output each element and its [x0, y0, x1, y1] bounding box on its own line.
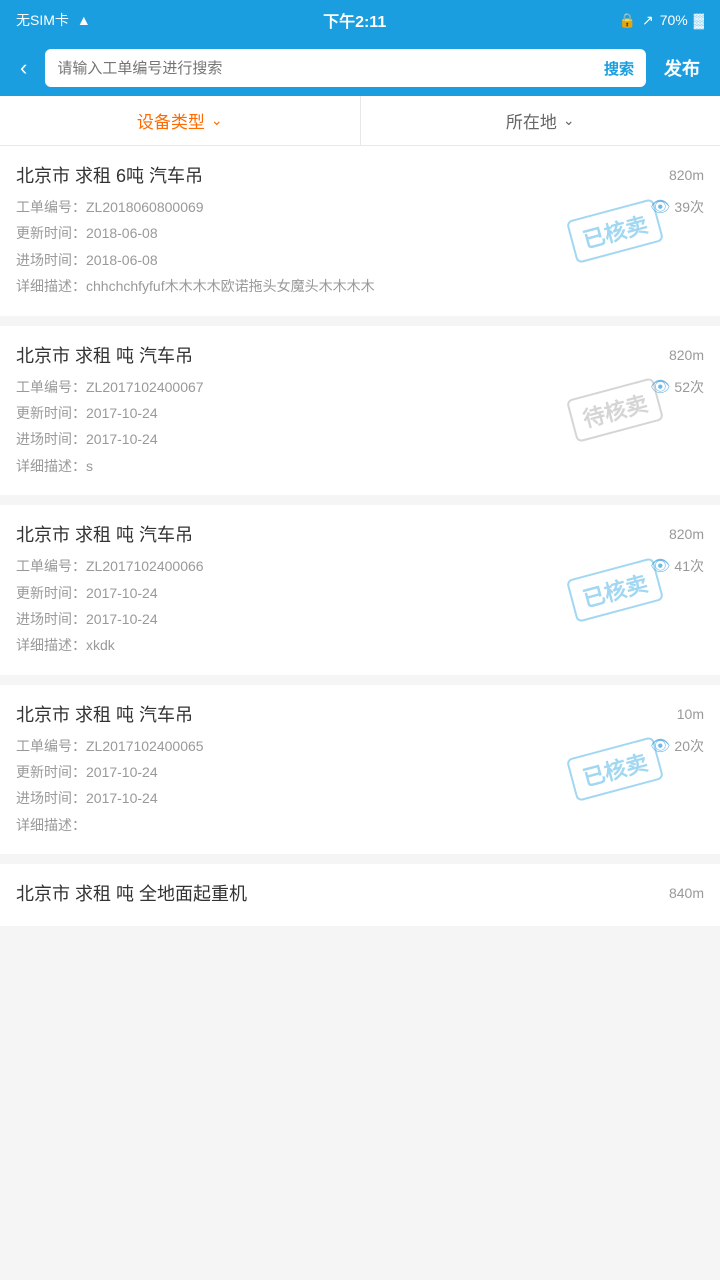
filter-location-chevron: ⌄ [563, 112, 575, 129]
lock-icon: 🔒 [619, 12, 636, 29]
item-title: 北京市 求租 吨 汽车吊 [16, 342, 193, 368]
item-order-no: 工单编号：ZL2017102400067 [16, 376, 204, 398]
filter-location-label: 所在地 [506, 108, 557, 133]
status-time: 下午2:11 [323, 8, 386, 32]
item-distance: 820m [669, 526, 704, 542]
list-item[interactable]: 北京市 求租 吨 汽车吊 820m 工单编号：ZL2017102400067 👁… [0, 326, 720, 496]
item-order-no: 工单编号：ZL2017102400066 [16, 555, 204, 577]
list-item[interactable]: 北京市 求租 6吨 汽车吊 820m 工单编号：ZL2018060800069 … [0, 146, 720, 316]
item-description: 详细描述：chhchchfyfuf木木木木欧诺拖头女魔头木木木木 [16, 275, 375, 297]
status-left: 无SIM卡 ▲ [16, 10, 91, 30]
battery-icon: ▓ [694, 12, 704, 28]
item-entry-time: 进场时间：2018-06-08 [16, 249, 158, 271]
location-icon: ↗ [642, 12, 654, 29]
item-views: 👁 52次 [650, 377, 704, 397]
status-right: 🔒 ↗ 70% ▓ [619, 12, 704, 29]
back-button[interactable]: ‹ [12, 51, 35, 85]
filter-type[interactable]: 设备类型 ⌄ [0, 96, 361, 145]
eye-icon: 👁 [650, 377, 670, 397]
item-title: 北京市 求租 吨 汽车吊 [16, 701, 193, 727]
item-title: 北京市 求租 6吨 汽车吊 [16, 162, 203, 188]
eye-icon: 👁 [650, 556, 670, 576]
item-order-no: 工单编号：ZL2018060800069 [16, 196, 204, 218]
eye-icon: 👁 [650, 197, 670, 217]
item-update-time: 更新时间：2017-10-24 [16, 402, 158, 424]
item-order-no: 工单编号：ZL2017102400065 [16, 735, 204, 757]
battery-text: 70% [660, 12, 688, 28]
partial-item-title: 北京市 求租 吨 全地面起重机 [16, 880, 247, 906]
item-views: 👁 39次 [650, 197, 704, 217]
filter-type-label: 设备类型 [137, 108, 205, 133]
eye-icon: 👁 [650, 736, 670, 756]
item-description: 详细描述： [16, 814, 86, 836]
item-list: 北京市 求租 6吨 汽车吊 820m 工单编号：ZL2018060800069 … [0, 146, 720, 854]
search-button[interactable]: 搜索 [592, 49, 646, 87]
item-distance: 10m [677, 706, 704, 722]
publish-button[interactable]: 发布 [656, 51, 708, 85]
item-update-time: 更新时间：2017-10-24 [16, 582, 158, 604]
item-entry-time: 进场时间：2017-10-24 [16, 608, 158, 630]
item-description: 详细描述：xkdk [16, 634, 115, 656]
filter-bar: 设备类型 ⌄ 所在地 ⌄ [0, 96, 720, 146]
no-sim-text: 无SIM卡 [16, 10, 69, 30]
item-entry-time: 进场时间：2017-10-24 [16, 428, 158, 450]
filter-type-chevron: ⌄ [211, 112, 223, 129]
item-update-time: 更新时间：2017-10-24 [16, 761, 158, 783]
item-title: 北京市 求租 吨 汽车吊 [16, 521, 193, 547]
item-distance: 820m [669, 167, 704, 183]
item-views: 👁 20次 [650, 736, 704, 756]
item-entry-time: 进场时间：2017-10-24 [16, 787, 158, 809]
search-bar: 搜索 [45, 49, 646, 87]
item-views: 👁 41次 [650, 556, 704, 576]
list-item[interactable]: 北京市 求租 吨 汽车吊 820m 工单编号：ZL2017102400066 👁… [0, 505, 720, 675]
partial-item-distance: 840m [669, 885, 704, 901]
item-update-time: 更新时间：2018-06-08 [16, 222, 158, 244]
item-description: 详细描述：s [16, 455, 93, 477]
partial-item[interactable]: 北京市 求租 吨 全地面起重机 840m [0, 864, 720, 926]
wifi-icon: ▲ [77, 12, 91, 28]
filter-location[interactable]: 所在地 ⌄ [361, 96, 720, 145]
header: ‹ 搜索 发布 [0, 40, 720, 96]
list-item[interactable]: 北京市 求租 吨 汽车吊 10m 工单编号：ZL2017102400065 👁 … [0, 685, 720, 855]
search-input[interactable] [45, 60, 592, 77]
item-distance: 820m [669, 347, 704, 363]
status-bar: 无SIM卡 ▲ 下午2:11 🔒 ↗ 70% ▓ [0, 0, 720, 40]
